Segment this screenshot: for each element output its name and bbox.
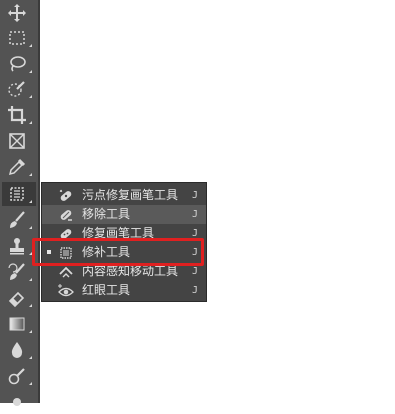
flyout-indicator xyxy=(29,173,32,176)
dot-icon xyxy=(13,398,21,406)
remove-tool-icon xyxy=(60,210,72,221)
flyout-item-remove[interactable]: 移除工具 J xyxy=(42,205,206,224)
move-tool-button[interactable] xyxy=(2,1,36,25)
gradient-icon xyxy=(9,317,25,331)
move-icon xyxy=(8,4,26,22)
flyout-item-label: 红眼工具 xyxy=(82,283,131,297)
shortcut-key: J xyxy=(192,285,199,296)
flyout-indicator xyxy=(29,330,32,333)
flyout-indicator xyxy=(29,278,32,281)
eraser-tool-button[interactable] xyxy=(2,286,36,310)
brush-tool-button[interactable] xyxy=(2,208,36,232)
content-aware-move-icon xyxy=(59,266,73,278)
stamp-tool-button[interactable] xyxy=(2,234,36,258)
flyout-indicator xyxy=(29,226,32,229)
dodge-tool-button[interactable] xyxy=(2,364,36,388)
gradient-tool-button[interactable] xyxy=(2,312,36,336)
flyout-indicator xyxy=(29,200,32,203)
toolbar-divider xyxy=(38,0,40,403)
history-brush-tool-button[interactable] xyxy=(2,260,36,284)
quick-select-icon xyxy=(8,81,25,97)
eyedropper-icon xyxy=(8,158,26,176)
flyout-indicator xyxy=(29,70,32,73)
shortcut-key: J xyxy=(192,209,199,220)
patch-tool-button[interactable] xyxy=(2,182,36,206)
crop-tool-button[interactable] xyxy=(2,103,36,127)
dodge-icon xyxy=(8,368,25,385)
shortcut-key: J xyxy=(192,190,199,201)
frame-tool-button[interactable] xyxy=(2,129,36,153)
quick-select-tool-button[interactable] xyxy=(2,77,36,101)
crop-icon xyxy=(8,106,26,124)
drop-icon xyxy=(11,342,23,358)
tools-panel xyxy=(0,0,40,406)
flyout-item-label: 移除工具 xyxy=(82,207,131,221)
spot-healing-brush-icon xyxy=(59,189,72,201)
lasso-tool-button[interactable] xyxy=(2,52,36,76)
flyout-indicator xyxy=(29,121,32,124)
eraser-icon xyxy=(8,291,25,308)
lasso-icon xyxy=(10,56,26,72)
more-tools-button[interactable] xyxy=(2,390,36,414)
stamp-icon xyxy=(10,238,24,255)
flyout-indicator xyxy=(29,304,32,307)
flyout-indicator xyxy=(29,356,32,359)
flyout-indicator xyxy=(29,44,32,47)
annotation-highlight-box xyxy=(32,238,204,266)
marquee-tool-button[interactable] xyxy=(2,26,36,50)
flyout-indicator xyxy=(29,382,32,385)
flyout-item-red-eye[interactable]: 红眼工具 J xyxy=(42,281,206,300)
history-brush-icon xyxy=(8,263,25,280)
shortcut-key: J xyxy=(192,266,199,277)
patch-icon xyxy=(10,187,24,201)
rect-marquee-icon xyxy=(9,31,25,45)
flyout-indicator xyxy=(29,95,32,98)
brush-icon xyxy=(10,211,25,228)
eyedropper-tool-button[interactable] xyxy=(2,155,36,179)
flyout-item-spot-healing[interactable]: 污点修复画笔工具 J xyxy=(42,186,206,205)
frame-icon xyxy=(9,133,25,149)
red-eye-icon xyxy=(58,284,74,297)
flyout-item-label: 污点修复画笔工具 xyxy=(82,188,179,202)
blur-tool-button[interactable] xyxy=(2,338,36,362)
flyout-item-label: 内容感知移动工具 xyxy=(82,264,179,278)
